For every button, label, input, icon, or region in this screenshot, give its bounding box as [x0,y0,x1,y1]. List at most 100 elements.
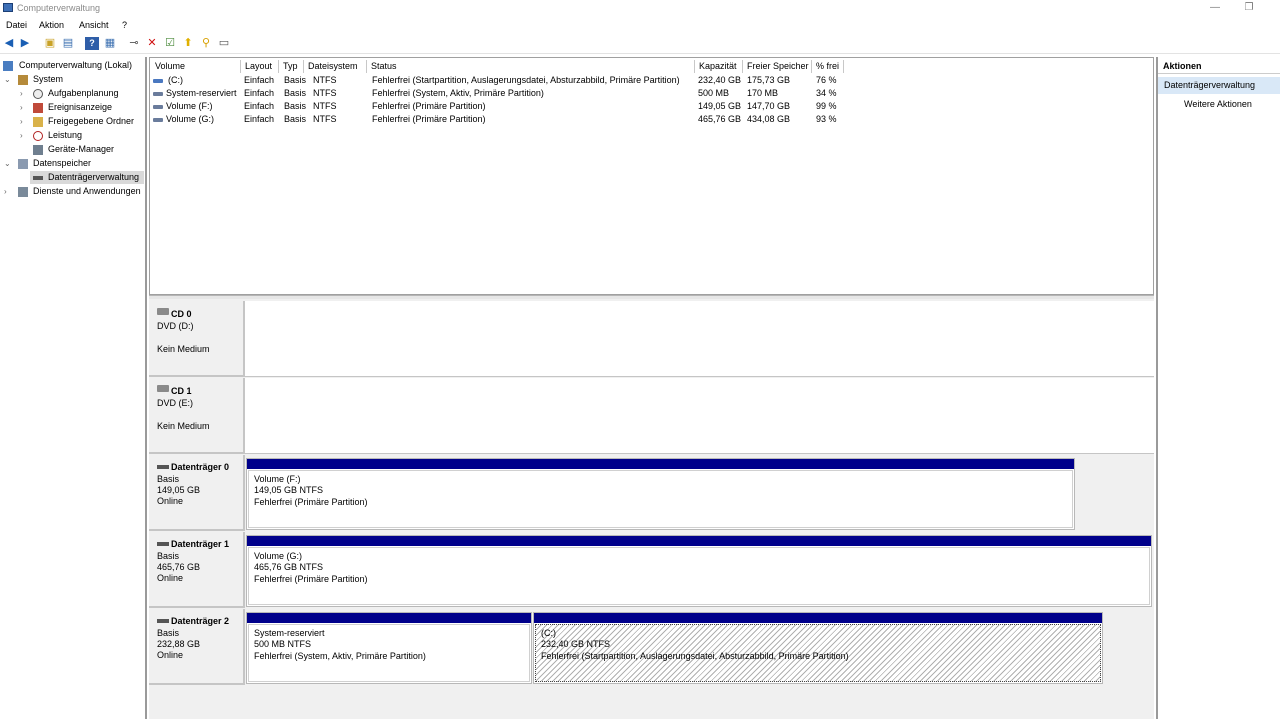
forward-icon[interactable]: ▶ [18,37,32,50]
up-folder-icon[interactable]: ▣ [43,37,57,50]
partition-size: 500 MB NTFS [254,639,312,649]
cell-prozent-frei: 76 % [816,75,837,85]
partition-bar [247,536,1151,546]
disk-name: CD 0 [171,309,192,319]
chevron-right-icon[interactable]: › [20,129,28,142]
column-header-kapazitaet[interactable]: Kapazität [695,60,743,73]
partition-status: Fehlerfrei (Primäre Partition) [254,574,368,584]
table-row[interactable]: Volume (F:) Einfach Basis NTFS Fehlerfre… [150,100,1153,113]
cell-dateisystem: NTFS [313,88,337,98]
column-header-layout[interactable]: Layout [241,60,279,73]
cell-status: Fehlerfrei (Primäre Partition) [372,114,486,124]
check-icon[interactable]: ☑ [163,37,177,50]
column-header-dateisystem[interactable]: Dateisystem [304,60,367,73]
tree-item-datentraegerverwaltung[interactable]: Datenträgerverwaltung [30,171,144,184]
partition-size: 232,40 GB NTFS [541,639,611,649]
view-icon[interactable]: ▭ [217,37,231,50]
actions-pane: Aktionen Datenträgerverwaltung Weitere A… [1156,57,1280,719]
column-header-typ[interactable]: Typ [279,60,304,73]
menu-datei[interactable]: Datei [6,20,27,30]
disk-label-2[interactable]: Datenträger 2 Basis 232,88 GB Online [149,609,245,685]
cell-status: Fehlerfrei (Primäre Partition) [372,101,486,111]
disk-label-0[interactable]: Datenträger 0 Basis 149,05 GB Online [149,455,245,531]
column-header-prozent-frei[interactable]: % frei [812,60,844,73]
disk-size: 149,05 GB [157,485,201,495]
tree-item-label: Computerverwaltung (Lokal) [19,60,133,70]
cell-status: Fehlerfrei (Startpartition, Auslagerungs… [372,75,680,85]
chevron-down-icon[interactable]: ⌄ [4,157,12,170]
menu-ansicht[interactable]: Ansicht [79,20,109,30]
partition-status: Fehlerfrei (Primäre Partition) [254,497,368,507]
partition-name: Volume (G:) [254,551,303,561]
hard-disk-icon [157,465,169,469]
properties-icon[interactable]: ▦ [103,37,117,50]
disk-size: 232,88 GB [157,639,201,649]
menu-bar: Datei Aktion Ansicht ? [0,17,1280,33]
disk-name: Datenträger 1 [171,539,230,549]
chevron-right-icon[interactable]: › [4,185,12,198]
chevron-right-icon[interactable]: › [20,101,28,114]
volume-icon [153,79,163,83]
disk-state: Online [157,650,184,660]
title-bar: Computerverwaltung — ❐ [0,0,1280,17]
menu-help[interactable]: ? [122,20,127,30]
cell-typ: Basis [284,88,307,98]
cell-freier-speicher: 175,73 GB [747,75,791,85]
chevron-right-icon[interactable]: › [20,115,28,128]
back-icon[interactable]: ◀ [2,37,16,50]
chevron-right-icon[interactable]: › [20,87,28,100]
hard-disk-icon [157,619,169,623]
cell-typ: Basis [284,101,307,111]
tree-item-label: Datenträgerverwaltung [48,172,140,182]
volume-icon [153,92,163,96]
storage-icon [18,159,28,169]
cell-dateisystem: NTFS [313,101,337,111]
disk-label-1[interactable]: Datenträger 1 Basis 465,76 GB Online [149,532,245,608]
column-header-freier-speicher[interactable]: Freier Speicher [743,60,812,73]
disk-name: CD 1 [171,386,192,396]
partition-c[interactable]: (C:) 232,40 GB NTFS Fehlerfrei (Startpar… [533,612,1103,684]
disk-graphical-view: CD 0 DVD (D:) Kein Medium CD 1 DVD (E:) … [149,299,1154,719]
cell-freier-speicher: 170 MB [747,88,779,98]
partition-volume-g[interactable]: Volume (G:) 465,76 GB NTFS Fehlerfrei (P… [246,535,1152,607]
tree-item-label: Ereignisanzeige [48,102,113,112]
partition-bar [247,613,531,623]
disk-type: DVD (D:) [157,321,194,331]
tree-item-label: Geräte-Manager [48,144,115,154]
services-icon [18,187,28,197]
folder-up-icon[interactable]: ⬆ [181,37,195,50]
tree-item-label: System [33,74,64,84]
partition-system-reserviert[interactable]: System-reserviert 500 MB NTFS Fehlerfrei… [246,612,532,684]
table-row[interactable]: System-reserviert Einfach Basis NTFS Feh… [150,87,1153,100]
cell-volume: Volume (G:) [166,114,215,124]
chevron-down-icon[interactable]: ⌄ [4,73,12,86]
partition-body-selected: (C:) 232,40 GB NTFS Fehlerfrei (Startpar… [535,624,1101,682]
clock-icon [33,89,43,99]
restore-button[interactable]: ❐ [1240,1,1258,15]
disk-label-cd0[interactable]: CD 0 DVD (D:) Kein Medium [149,301,245,377]
action-datentraegerverwaltung[interactable]: Datenträgerverwaltung [1158,77,1280,94]
volume-list: Volume Layout Typ Dateisystem Status Kap… [149,57,1154,295]
search-icon[interactable]: ⚲ [199,37,213,50]
partition-size: 465,76 GB NTFS [254,562,324,572]
table-row[interactable]: (C:) Einfach Basis NTFS Fehlerfrei (Star… [150,74,1153,87]
connect-icon[interactable]: ⊸ [127,37,141,50]
help-icon[interactable]: ? [85,37,99,50]
table-row[interactable]: Volume (G:) Einfach Basis NTFS Fehlerfre… [150,113,1153,126]
column-header-volume[interactable]: Volume [151,60,241,73]
partition-volume-f[interactable]: Volume (F:) 149,05 GB NTFS Fehlerfrei (P… [246,458,1075,530]
disk-label-cd1[interactable]: CD 1 DVD (E:) Kein Medium [149,378,245,454]
cell-typ: Basis [284,75,307,85]
minimize-button[interactable]: — [1206,1,1224,15]
disk-media-status: Kein Medium [157,421,210,431]
disk-kind: Basis [157,628,180,638]
column-header-status[interactable]: Status [367,60,695,73]
partition-status: Fehlerfrei (System, Aktiv, Primäre Parti… [254,651,426,661]
delete-icon[interactable]: ✕ [145,37,159,50]
action-weitere-aktionen[interactable]: Weitere Aktionen [1184,99,1252,109]
menu-aktion[interactable]: Aktion [39,20,64,30]
show-hide-tree-icon[interactable]: ▤ [61,37,75,50]
cell-freier-speicher: 434,08 GB [747,114,791,124]
cell-kapazitaet: 149,05 GB [698,101,742,111]
cell-prozent-frei: 34 % [816,88,837,98]
